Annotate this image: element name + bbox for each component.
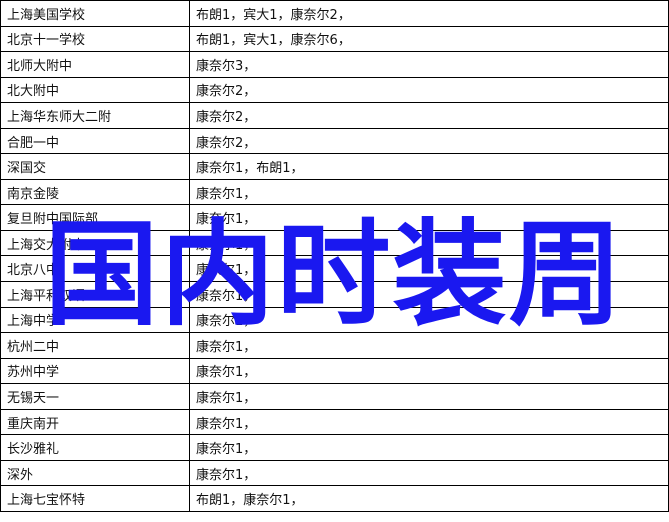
table-row: 北京十一学校 布朗1，宾大1，康奈尔6， <box>0 25 669 53</box>
admits-cell: 康奈尔1， <box>189 306 669 334</box>
admits-cell: 康奈尔1， <box>189 255 669 283</box>
table-row: 北师大附中 康奈尔3， <box>0 51 669 78</box>
table-row: 无锡天一 康奈尔1， <box>0 383 669 410</box>
school-cell: 杭州二中 <box>0 332 190 359</box>
table-row: 上海美国学校 布朗1，宾大1，康奈尔2， <box>0 0 669 27</box>
admits-cell: 康奈尔2， <box>189 76 669 104</box>
school-cell: 北京十一学校 <box>0 25 190 53</box>
admits-cell: 布朗1，宾大1，康奈尔2， <box>189 0 669 27</box>
table-row: 上海华东师大二附 康奈尔2， <box>0 102 669 129</box>
table-row: 上海七宝怀特 布朗1，康奈尔1， <box>0 485 669 512</box>
school-cell: 上海交大附中 <box>0 229 190 257</box>
table-row: 苏州中学 康奈尔1， <box>0 357 669 385</box>
admits-cell: 康奈尔1， <box>189 204 669 231</box>
table-row: 北京八中 康奈尔1， <box>0 255 669 283</box>
admits-cell: 布朗1，康奈尔1， <box>189 485 669 512</box>
admits-cell: 康奈尔1， <box>189 178 669 206</box>
school-cell: 合肥一中 <box>0 127 190 155</box>
table-row: 杭州二中 康奈尔1， <box>0 332 669 359</box>
admits-cell: 康奈尔1， <box>189 229 669 257</box>
table-row: 南京金陵 康奈尔1， <box>0 178 669 206</box>
admits-cell: 康奈尔1，布朗1， <box>189 153 669 180</box>
school-cell: 长沙雅礼 <box>0 434 190 461</box>
admits-cell: 康奈尔2， <box>189 127 669 155</box>
table-row: 深外 康奈尔1， <box>0 459 669 487</box>
school-cell: 南京金陵 <box>0 178 190 206</box>
admissions-table: 上海美国学校 布朗1，宾大1，康奈尔2， 北京十一学校 布朗1，宾大1，康奈尔6， … <box>0 0 669 512</box>
school-cell: 上海美国学校 <box>0 0 190 27</box>
school-cell: 上海七宝怀特 <box>0 485 190 512</box>
table-row: 上海平和双语 康奈尔1， <box>0 281 669 308</box>
school-cell: 北大附中 <box>0 76 190 104</box>
admits-cell: 康奈尔2， <box>189 102 669 129</box>
school-cell: 上海平和双语 <box>0 281 190 308</box>
admits-cell: 康奈尔1， <box>189 459 669 487</box>
school-cell: 上海中学 <box>0 306 190 334</box>
school-cell: 苏州中学 <box>0 357 190 385</box>
table-row: 深国交 康奈尔1，布朗1， <box>0 153 669 180</box>
table-row: 长沙雅礼 康奈尔1， <box>0 434 669 461</box>
school-cell: 上海华东师大二附 <box>0 102 190 129</box>
school-cell: 深国交 <box>0 153 190 180</box>
table-row: 北大附中 康奈尔2， <box>0 76 669 104</box>
admits-cell: 布朗1，宾大1，康奈尔6， <box>189 25 669 53</box>
school-cell: 复旦附中国际部 <box>0 204 190 231</box>
table-row: 合肥一中 康奈尔2， <box>0 127 669 155</box>
table-row: 复旦附中国际部 康奈尔1， <box>0 204 669 231</box>
admits-cell: 康奈尔1， <box>189 434 669 461</box>
admits-cell: 康奈尔1， <box>189 408 669 436</box>
admits-cell: 康奈尔1， <box>189 357 669 385</box>
admits-cell: 康奈尔1， <box>189 383 669 410</box>
school-cell: 北京八中 <box>0 255 190 283</box>
school-cell: 重庆南开 <box>0 408 190 436</box>
table-row: 重庆南开 康奈尔1， <box>0 408 669 436</box>
admits-cell: 康奈尔1， <box>189 281 669 308</box>
table-row: 上海交大附中 康奈尔1， <box>0 229 669 257</box>
table-row: 上海中学 康奈尔1， <box>0 306 669 334</box>
school-cell: 深外 <box>0 459 190 487</box>
admissions-table-body: 上海美国学校 布朗1，宾大1，康奈尔2， 北京十一学校 布朗1，宾大1，康奈尔6， … <box>0 0 669 512</box>
admits-cell: 康奈尔1， <box>189 332 669 359</box>
school-cell: 无锡天一 <box>0 383 190 410</box>
admits-cell: 康奈尔3， <box>189 51 669 78</box>
school-cell: 北师大附中 <box>0 51 190 78</box>
